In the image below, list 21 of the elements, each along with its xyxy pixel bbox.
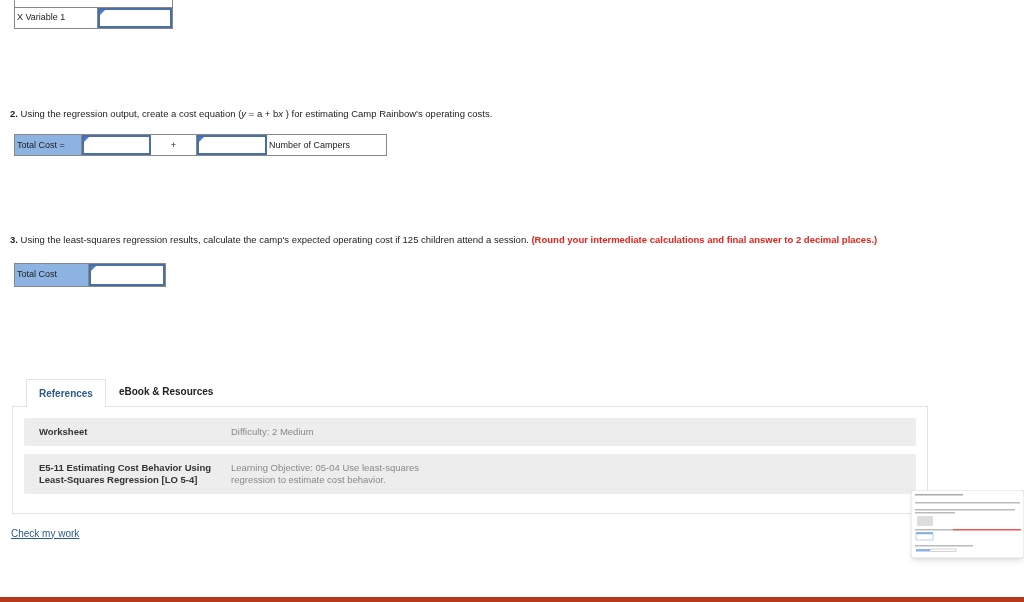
variable-label: Number of Campers [268,138,352,152]
corner-marker-icon [99,10,105,15]
corner-marker-icon [199,137,204,143]
reference-title: E5-11 Estimating Cost Behavior Using Least-Squares Regression [LO 5-4] [39,461,213,486]
corner-marker-icon [91,265,96,271]
answer-field[interactable] [97,8,172,28]
question-text: 3. Using the least-squares regression results, calculate the camp's expected operating cost if 125 children attend a session. (Round your intermediate calculations and final answer to 2 decimal places.) [10,233,879,248]
question-text: 2. Using the regression output, create a cost equation (y = a + bx ) for estimating Camp Rainbow's operating costs. [10,107,494,121]
tab[interactable]: eBook & Resources [105,377,227,406]
answer-field[interactable] [89,263,165,286]
equation-label: Total Cost = [15,135,82,156]
corner-marker-icon [84,137,89,143]
answer-field[interactable] [82,135,151,156]
answer-label: Total Cost [15,263,89,286]
reference-detail: Learning Objective: 05-04 Use least-squares regression to estimate cost behavior. [231,461,420,486]
tab[interactable]: References [26,378,106,407]
table-cell: X Variable 1 [15,8,98,28]
check-work-link[interactable]: Check my work [11,525,80,541]
reference-detail: Difficulty: 2 Medium [231,425,315,438]
reference-title: Worksheet [39,425,89,438]
answer-field[interactable] [197,135,267,156]
